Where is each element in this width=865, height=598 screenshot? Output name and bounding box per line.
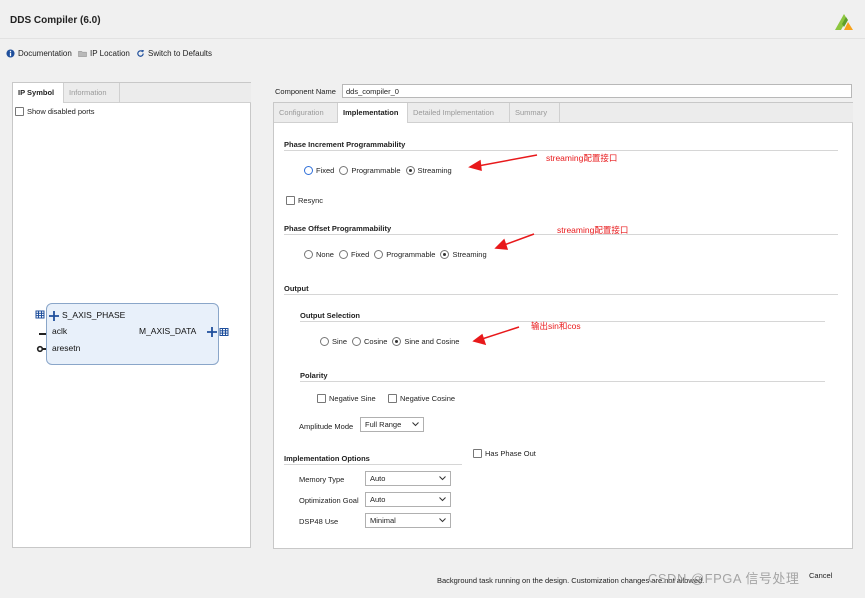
annotation-arrows bbox=[468, 154, 538, 346]
cancel-button[interactable]: Cancel bbox=[809, 571, 832, 580]
watermark: CSDN @FPGA 信号处理 bbox=[648, 571, 800, 586]
